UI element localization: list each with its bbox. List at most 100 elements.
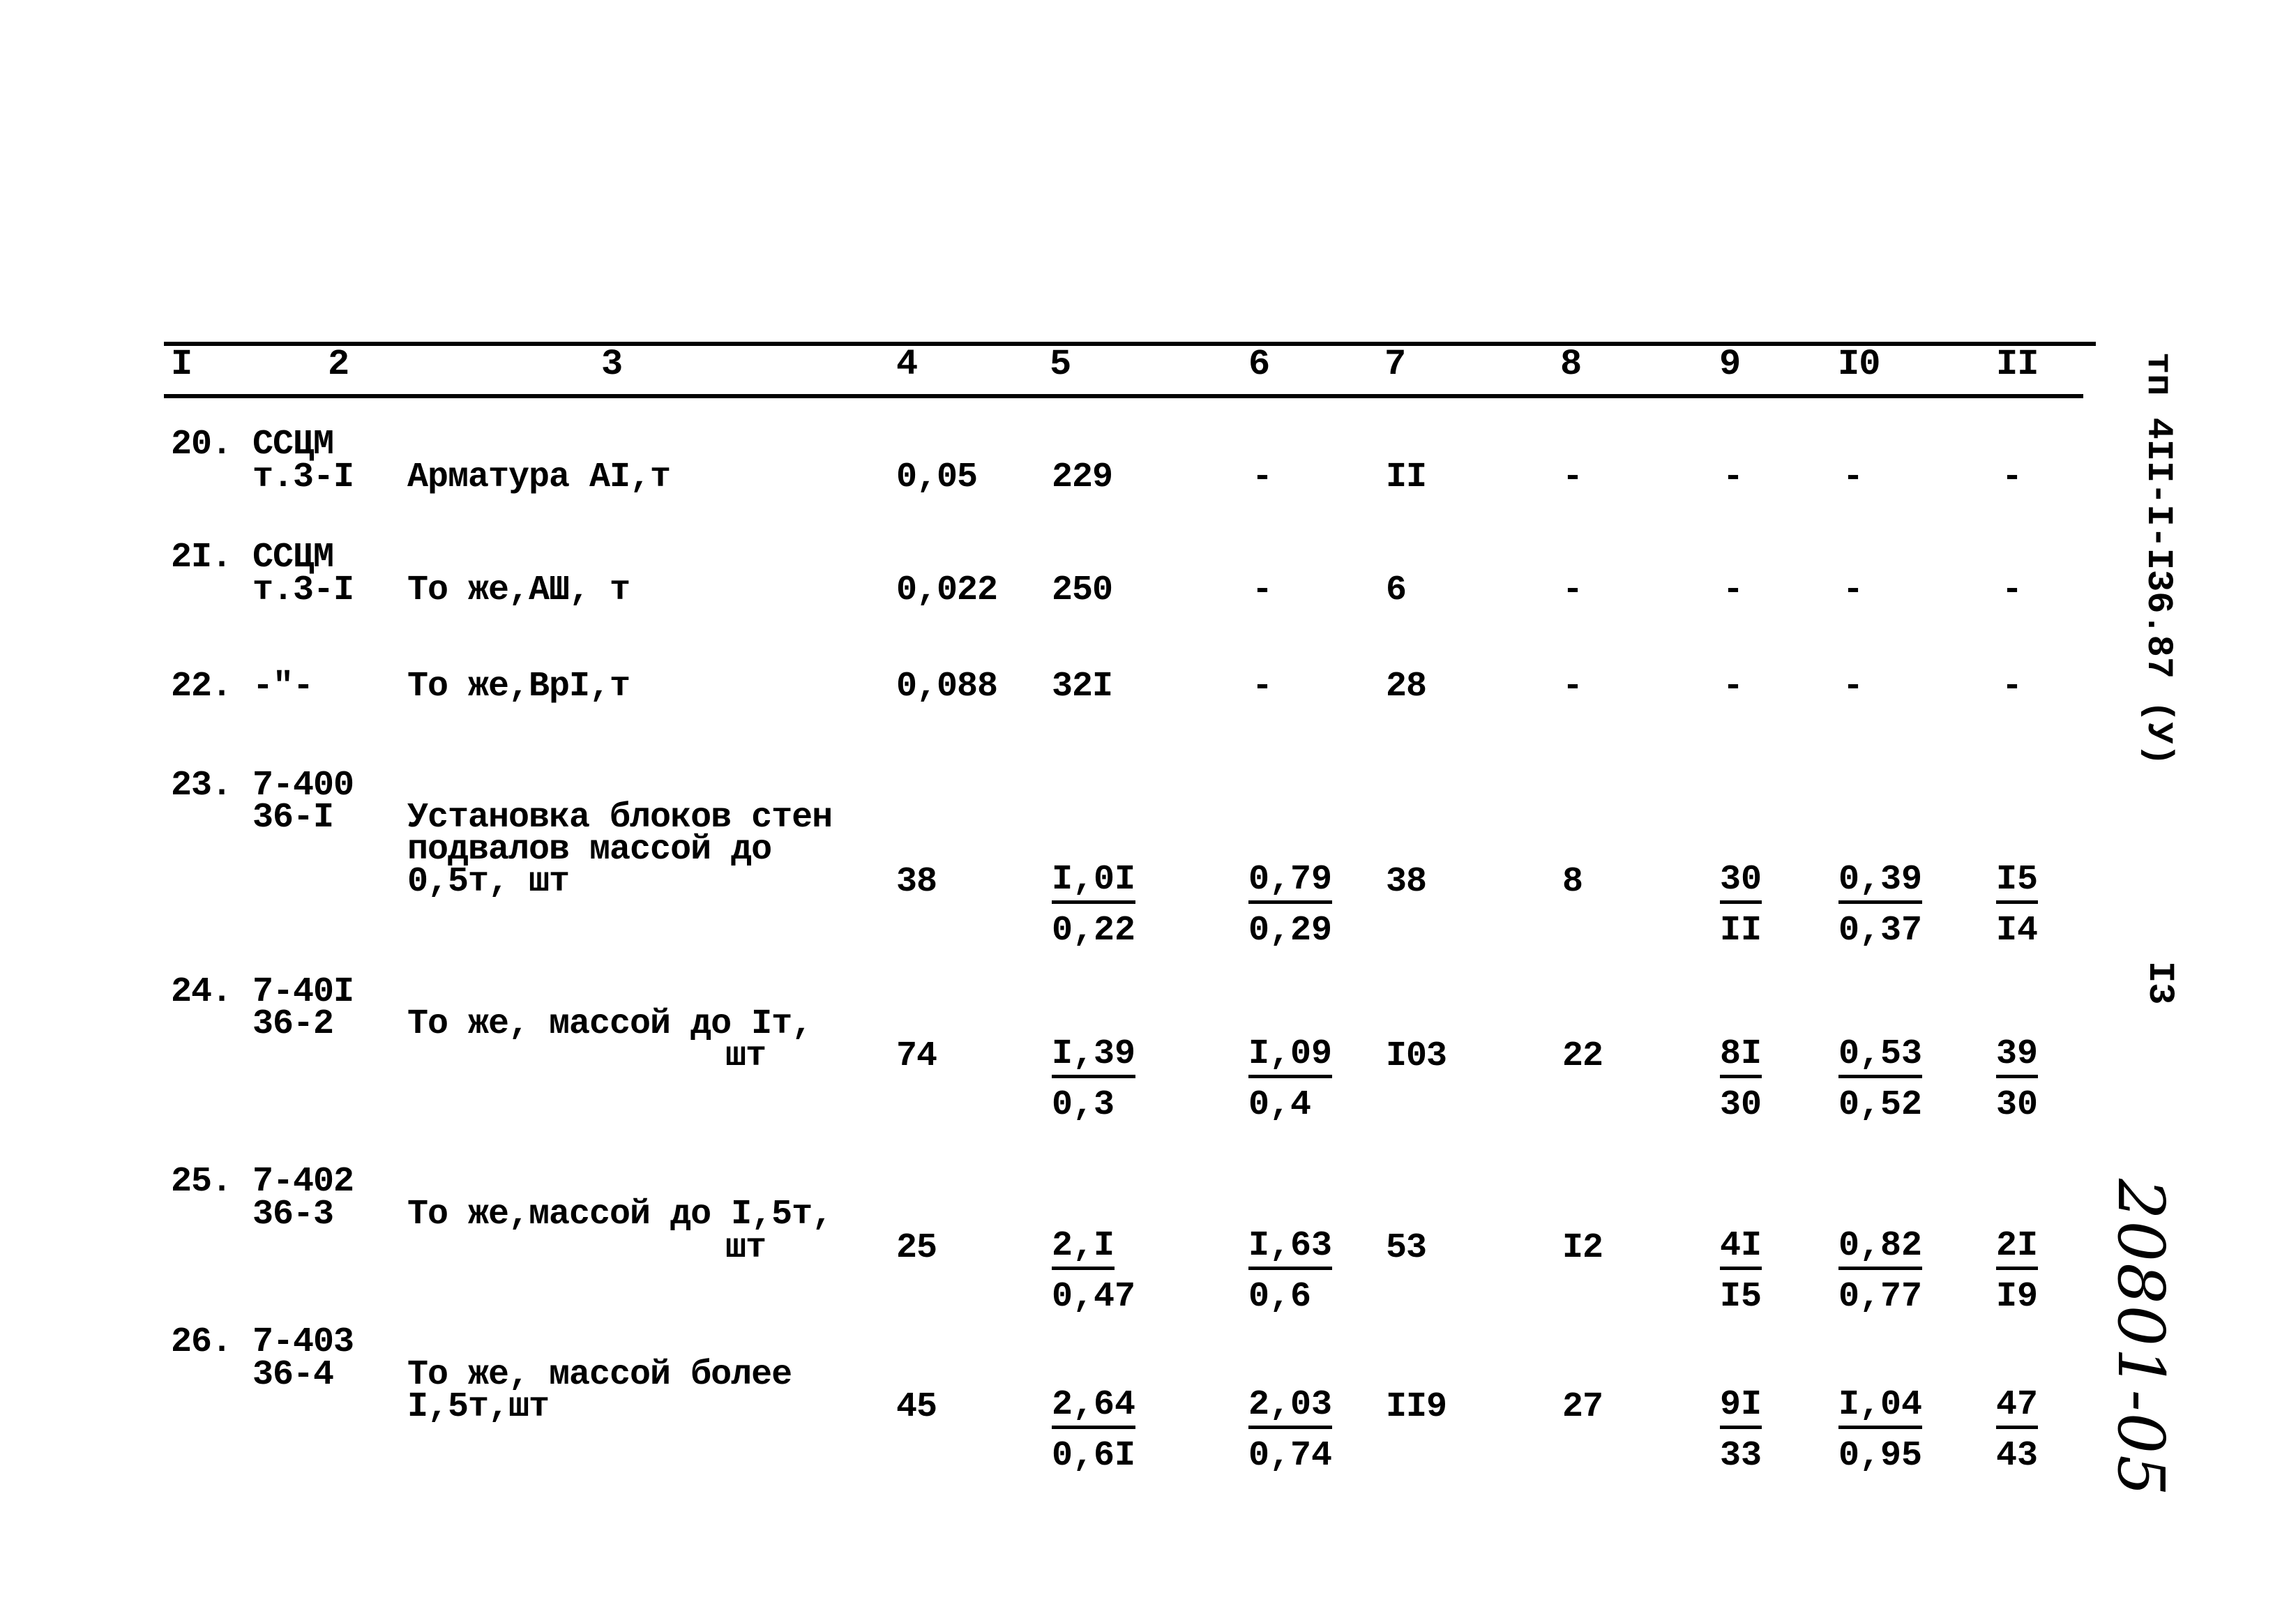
cell-col-11: 47 43 (1996, 1388, 2039, 1474)
cell-col-11: 2I I9 (1996, 1229, 2039, 1317)
norm-code: 36-4 (252, 1355, 334, 1395)
column-header-8: 8 (1560, 344, 1582, 385)
cell-col-7: 6 (1386, 570, 1407, 610)
fraction-denominator: 0,3 (1052, 1085, 1115, 1125)
fraction-numerator: 4I (1720, 1229, 1762, 1270)
cell-col-5: 250 (1052, 570, 1113, 610)
cell-col-6: - (1252, 667, 1273, 706)
fraction-denominator: 0,95 (1838, 1436, 1923, 1476)
fraction-numerator: 39 (1996, 1037, 2039, 1078)
cell-col-6: - (1252, 458, 1273, 497)
norm-code: т.3-I (252, 458, 354, 497)
document-code: тп 4II-I-I36.87 (У) (2138, 352, 2179, 766)
norm-code: т.3-I (252, 570, 354, 610)
fraction-numerator: I,39 (1052, 1037, 1136, 1078)
cell-col-6: 2,03 0,74 (1248, 1388, 1333, 1476)
fraction-denominator: 33 (1720, 1436, 1762, 1476)
work-description: То же,массой до I,5т, (407, 1195, 833, 1234)
work-description: 0,5т, шт (407, 862, 570, 902)
cell-col-10: 0,82 0,77 (1838, 1229, 1923, 1315)
norm-code: -"- (252, 667, 314, 706)
fraction-numerator: 0,53 (1838, 1037, 1923, 1078)
fraction-numerator: I,09 (1248, 1037, 1333, 1078)
cell-col-5: 229 (1052, 458, 1113, 497)
cell-col-6: I,63 0,6 (1248, 1229, 1333, 1317)
fraction-numerator: 8I (1720, 1037, 1762, 1078)
work-description: То же,АШ, т (407, 570, 630, 610)
fraction-denominator: 0,74 (1248, 1436, 1333, 1476)
fraction-denominator: 0,37 (1838, 911, 1923, 951)
fraction-denominator: 0,4 (1248, 1085, 1312, 1125)
cell-col-4: 0,088 (896, 667, 998, 706)
cell-col-4: 0,022 (896, 570, 998, 610)
norm-code: 36-3 (252, 1195, 334, 1234)
row-number: 23. (171, 766, 232, 806)
cell-col-10: - (1843, 458, 1864, 497)
cell-col-9: - (1723, 570, 1744, 610)
norm-code: 36-I (252, 798, 334, 838)
cell-col-4: 38 (896, 862, 937, 902)
cell-col-8: - (1562, 667, 1583, 706)
table-header-rule (164, 394, 2083, 398)
row-number: 20. (171, 425, 232, 464)
cell-col-8: 27 (1562, 1387, 1603, 1427)
fraction-denominator: II (1720, 911, 1762, 951)
fraction-numerator: 2,64 (1052, 1388, 1136, 1429)
cell-col-7: II9 (1386, 1387, 1447, 1427)
fraction-denominator: I9 (1996, 1277, 2039, 1317)
page-number: I3 (2139, 961, 2180, 1005)
cell-col-7: II (1386, 458, 1427, 497)
cell-col-8: 22 (1562, 1036, 1603, 1076)
cell-col-5: 32I (1052, 667, 1113, 706)
cell-col-6: - (1252, 570, 1273, 610)
cell-col-9: - (1723, 667, 1744, 706)
column-header-3: 3 (601, 344, 623, 385)
column-header-9: 9 (1719, 344, 1741, 385)
fraction-numerator: I,04 (1838, 1388, 1923, 1429)
cell-col-7: 38 (1386, 862, 1427, 902)
row-number: 25. (171, 1162, 232, 1202)
column-header-5: 5 (1050, 344, 1071, 385)
fraction-numerator: 2I (1996, 1229, 2039, 1270)
cell-col-11: I5 I4 (1996, 863, 2039, 951)
cell-col-4: 45 (896, 1387, 937, 1427)
cell-col-8: I2 (1562, 1228, 1603, 1268)
cell-col-9: 30 II (1720, 863, 1762, 949)
fraction-denominator: I5 (1720, 1277, 1762, 1317)
cell-col-6: I,09 0,4 (1248, 1037, 1333, 1125)
cell-col-10: I,04 0,95 (1838, 1388, 1923, 1476)
fraction-denominator: I4 (1996, 911, 2039, 951)
column-header-7: 7 (1384, 344, 1406, 385)
cell-col-8: - (1562, 570, 1583, 610)
fraction-numerator: I,0I (1052, 863, 1136, 904)
cell-col-7: I03 (1386, 1036, 1447, 1076)
cell-col-5: 2,I 0,47 (1052, 1229, 1135, 1315)
fraction-numerator: I,63 (1248, 1229, 1333, 1270)
fraction-numerator: 0,39 (1838, 863, 1923, 904)
cell-col-8: - (1562, 458, 1583, 497)
fraction-numerator: 0,79 (1248, 863, 1333, 904)
cell-col-7: 53 (1386, 1228, 1427, 1268)
fraction-numerator: 2,03 (1248, 1388, 1333, 1429)
cell-col-11: - (2002, 667, 2023, 706)
cell-col-9: 9I 33 (1720, 1388, 1762, 1474)
fraction-numerator: I5 (1996, 863, 2039, 904)
cell-col-6: 0,79 0,29 (1248, 863, 1333, 949)
cell-col-10: 0,53 0,52 (1838, 1037, 1923, 1123)
row-number: 2I. (171, 538, 232, 577)
cell-col-11: 39 30 (1996, 1037, 2039, 1123)
column-header-11: II (1996, 344, 2039, 385)
fraction-denominator: 0,47 (1052, 1277, 1136, 1317)
cell-col-4: 0,05 (896, 458, 978, 497)
fraction-denominator: 0,6I (1052, 1436, 1136, 1476)
norm-code: 36-2 (252, 1004, 334, 1044)
cell-col-11: - (2002, 458, 2023, 497)
fraction-numerator: 9I (1720, 1388, 1762, 1429)
fraction-numerator: 47 (1996, 1388, 2039, 1429)
cell-col-5: I,0I 0,22 (1052, 863, 1136, 949)
fraction-numerator: 2,I (1052, 1229, 1115, 1270)
work-description: I,5т,шт (407, 1387, 550, 1427)
row-number: 22. (171, 667, 232, 706)
fraction-denominator: 0,6 (1248, 1277, 1312, 1317)
cell-col-11: - (2002, 570, 2023, 610)
